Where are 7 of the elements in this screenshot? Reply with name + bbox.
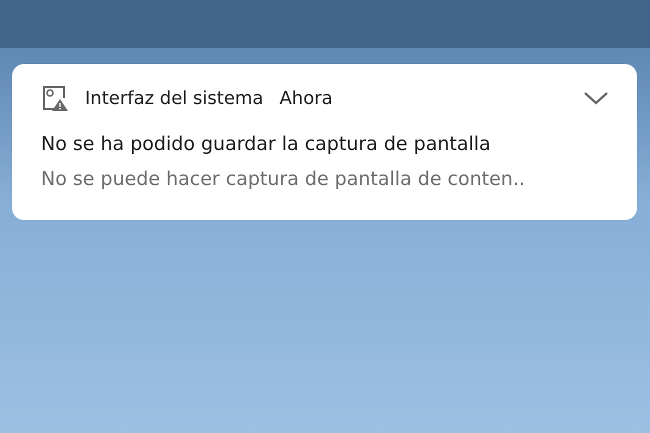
app-name: Interfaz del sistema [85, 86, 264, 110]
notification-time: Ahora [279, 86, 333, 110]
notification-text: No se puede hacer captura de pantalla de conten.. [41, 166, 526, 192]
notification-title: No se ha podido guardar la captura de pantalla [41, 132, 492, 157]
notification-card[interactable]: Interfaz del sistema Ahora No se ha podido guardar la captura de pantalla No se puede hacer captura de pantalla de conten.. [12, 64, 637, 220]
expand-chevron-icon[interactable] [583, 90, 609, 106]
image-warning-icon [41, 84, 69, 112]
